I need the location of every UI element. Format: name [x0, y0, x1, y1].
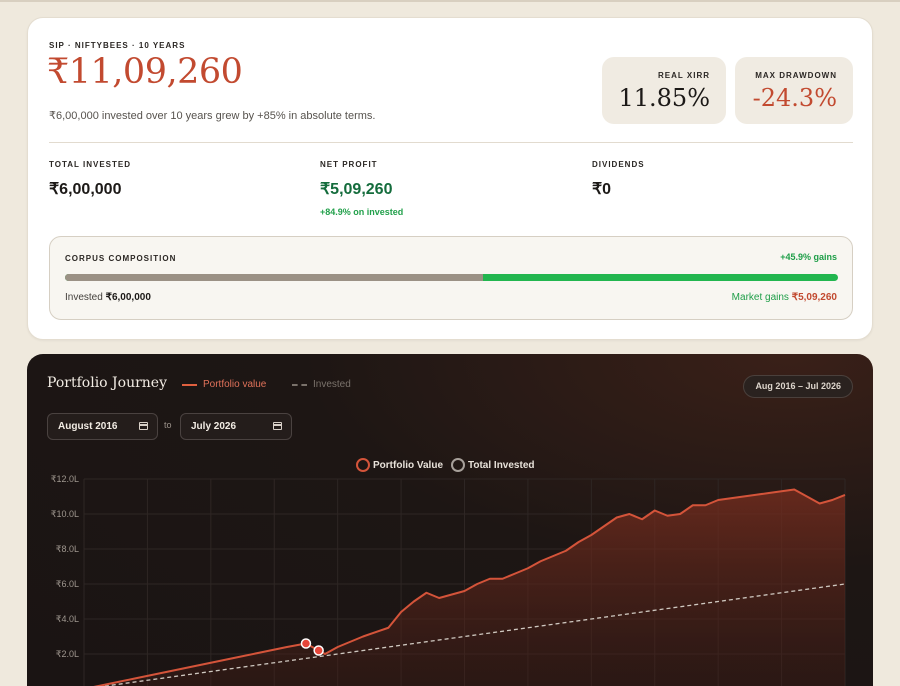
portfolio-journey-card: Portfolio Journey Portfolio value Invest… — [27, 354, 873, 686]
composition-bar — [65, 274, 838, 281]
invested-legend-label: Invested — [65, 292, 103, 303]
y-tick-label: ₹8.0L — [56, 544, 79, 554]
gains-legend-label: Market gains — [731, 292, 789, 303]
total-invested-value: ₹6,00,000 — [49, 181, 122, 198]
net-profit-metric: NET PROFIT ₹5,09,260 +84.9% on invested — [320, 160, 403, 217]
dividends-value: ₹0 — [592, 181, 612, 198]
portfolio-marker[interactable] — [300, 638, 312, 649]
journey-title: Portfolio Journey — [47, 375, 168, 391]
legend-invested: Invested — [292, 379, 351, 390]
y-tick-label: ₹2.0L — [56, 649, 79, 659]
y-tick-label: ₹10.0L — [51, 509, 79, 519]
drawdown-label: MAX DRAWDOWN — [755, 71, 837, 80]
composition-label: CORPUS COMPOSITION — [65, 254, 177, 263]
corpus-composition-panel: CORPUS COMPOSITION +45.9% gains Invested… — [49, 236, 853, 320]
legend-portfolio-label: Portfolio value — [203, 379, 267, 390]
gains-legend-value: ₹5,09,260 — [791, 292, 837, 303]
portfolio-chart[interactable]: ₹2.0L ₹4.0L ₹6.0L ₹8.0L ₹10.0L ₹12.0L — [27, 464, 873, 686]
to-date-value: July 2026 — [191, 421, 237, 432]
dashed-line-swatch — [292, 383, 307, 386]
y-tick-label: ₹4.0L — [56, 614, 79, 624]
xirr-stat: REAL XIRR 11.85% — [602, 57, 726, 124]
composition-gains-percent: +45.9% gains — [780, 252, 837, 262]
net-profit-label: NET PROFIT — [320, 160, 378, 169]
total-invested-metric: TOTAL INVESTED ₹6,00,000 — [49, 160, 131, 199]
invested-legend-value: ₹6,00,000 — [105, 292, 151, 303]
y-tick-label: ₹12.0L — [51, 474, 79, 484]
net-profit-value: ₹5,09,260 — [320, 181, 393, 198]
summary-card: SIP · NIFTYBEES · 10 YEARS ₹11,09,260 ₹6… — [27, 17, 873, 340]
legend-portfolio-value: Portfolio value — [182, 379, 266, 390]
from-date-input[interactable]: August 2016 — [47, 413, 158, 440]
xirr-label: REAL XIRR — [658, 71, 710, 80]
from-date-value: August 2016 — [58, 421, 118, 432]
drawdown-stat: MAX DRAWDOWN -24.3% — [735, 57, 853, 124]
strategy-eyebrow: SIP · NIFTYBEES · 10 YEARS — [49, 41, 186, 50]
drawdown-value: -24.3% — [752, 84, 837, 112]
dividends-metric: DIVIDENDS ₹0 — [592, 160, 645, 199]
total-invested-label: TOTAL INVESTED — [49, 160, 132, 169]
dividends-label: DIVIDENDS — [592, 160, 645, 169]
portfolio-marker[interactable] — [313, 645, 324, 656]
date-range-badge: Aug 2016 – Jul 2026 — [743, 375, 853, 398]
divider — [49, 142, 853, 143]
gains-legend: Market gains ₹5,09,260 — [732, 292, 837, 303]
solid-line-swatch — [182, 383, 197, 386]
to-label: to — [164, 420, 172, 430]
to-date-input[interactable]: July 2026 — [180, 413, 292, 440]
summary-subtext: ₹6,00,000 invested over 10 years grew by… — [49, 110, 376, 122]
final-corpus-value: ₹11,09,260 — [47, 52, 243, 92]
invested-legend: Invested ₹6,00,000 — [65, 292, 151, 303]
legend-invested-label: Invested — [313, 379, 351, 390]
composition-bar-invested — [65, 274, 484, 281]
xirr-value: 11.85% — [618, 84, 710, 112]
calendar-icon[interactable] — [273, 422, 282, 430]
net-profit-percent: +84.9% on invested — [320, 207, 404, 217]
top-border — [0, 0, 900, 2]
y-tick-label: ₹6.0L — [56, 579, 79, 589]
calendar-icon[interactable] — [139, 422, 148, 430]
